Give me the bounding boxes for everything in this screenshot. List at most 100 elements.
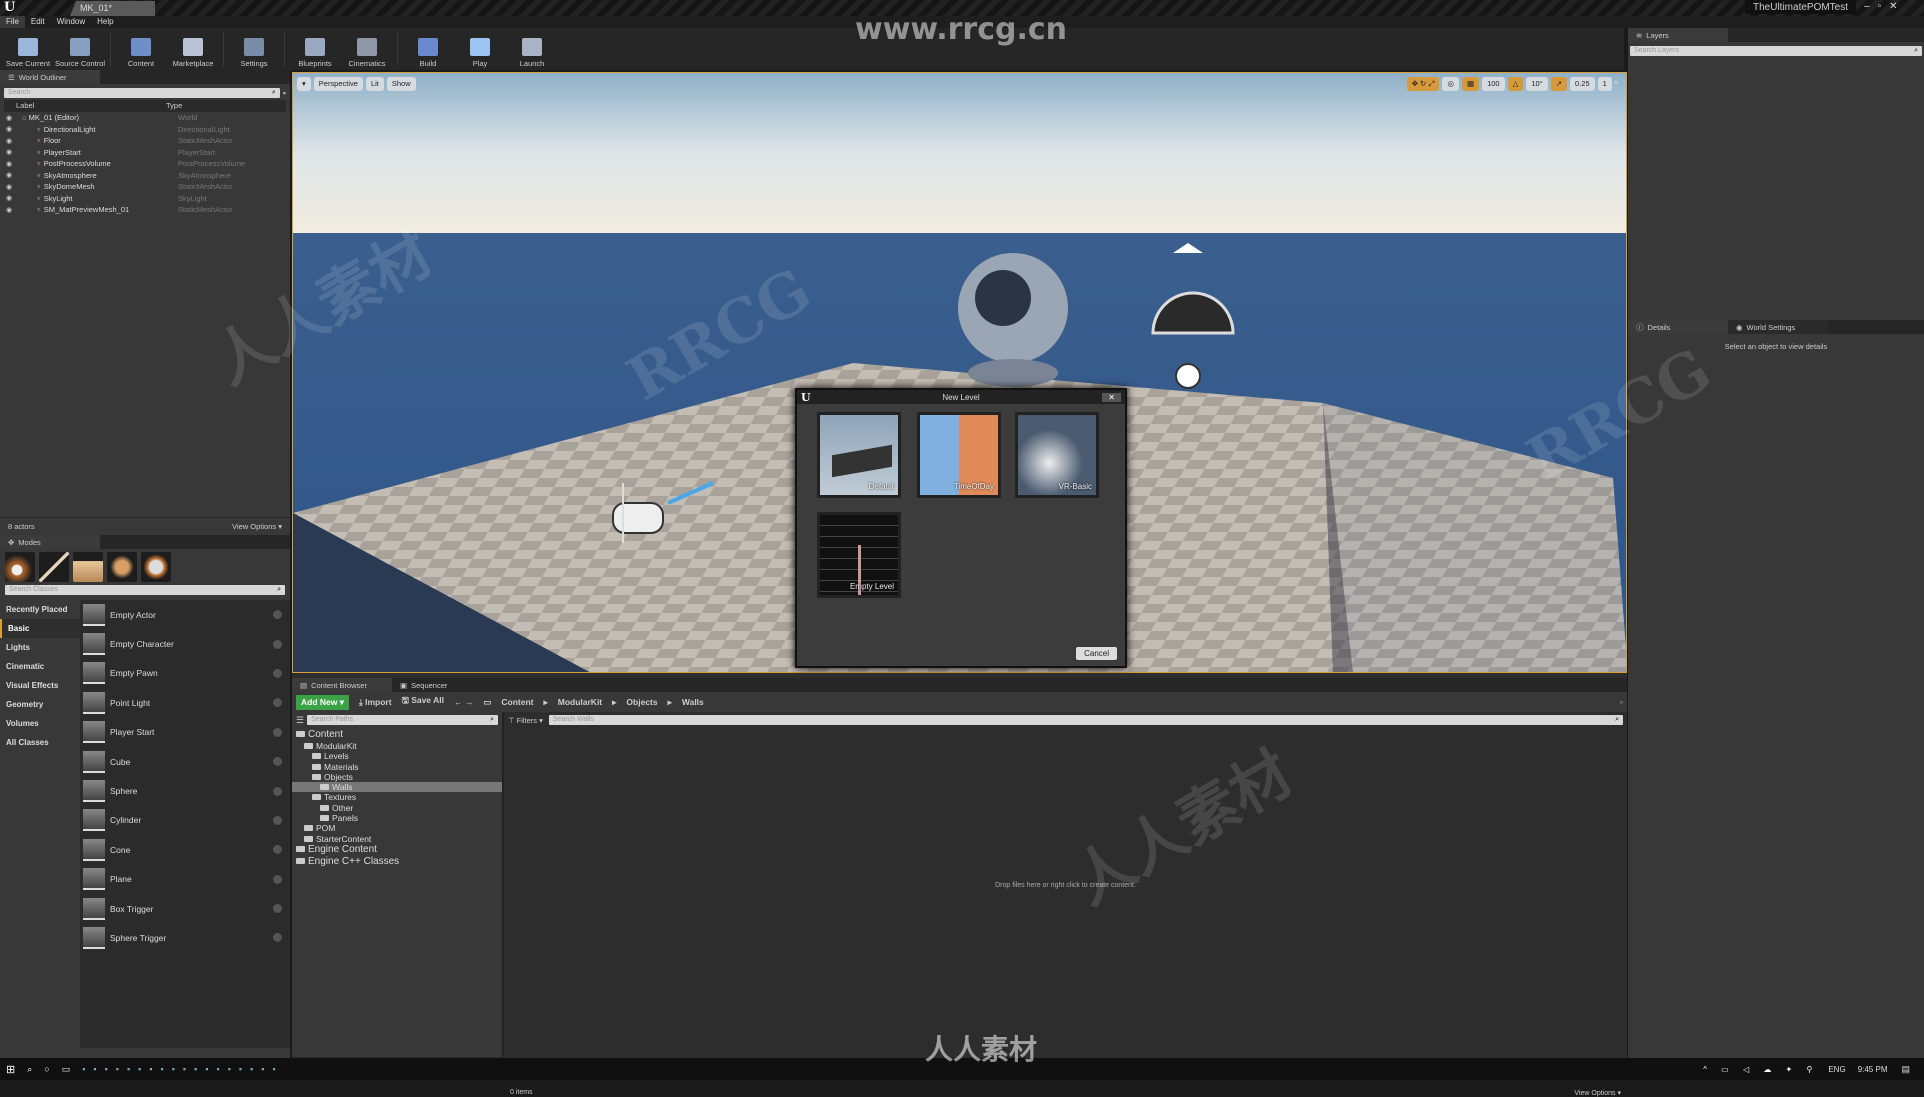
notifications-icon[interactable]: ▤ xyxy=(1901,1064,1910,1075)
tab-world-settings[interactable]: ◉ World Settings xyxy=(1728,320,1828,334)
info-icon[interactable] xyxy=(273,668,282,678)
clock[interactable]: 9:45 PM xyxy=(1858,1065,1888,1074)
place-mode-icon[interactable] xyxy=(5,552,35,582)
transform-tools[interactable]: ✥ ↻ ⤢ xyxy=(1406,77,1440,91)
placeable-item[interactable]: Cylinder xyxy=(80,806,290,835)
filters-button[interactable]: ⊤ Filters ▾ xyxy=(508,716,543,725)
toolbar-settings-button[interactable]: Settings xyxy=(228,30,280,70)
tab-details[interactable]: ⓘ Details xyxy=(1628,320,1728,334)
breadcrumb-item[interactable]: Content xyxy=(501,697,533,708)
toolbar-launch-button[interactable]: Launch xyxy=(506,30,558,70)
collapse-tree-icon[interactable]: ☰ xyxy=(296,715,304,726)
maximize-viewport-icon[interactable]: ▫ xyxy=(1615,77,1618,91)
info-icon[interactable] xyxy=(273,786,282,796)
folder-tree-item[interactable]: Walls xyxy=(292,782,502,793)
rotation-snap-toggle[interactable]: △ xyxy=(1507,77,1524,91)
visibility-eye-icon[interactable]: ◉ xyxy=(6,160,16,168)
visibility-eye-icon[interactable]: ◉ xyxy=(6,148,16,156)
task-view-icon[interactable]: ▭ xyxy=(62,1064,71,1075)
scale-snap-value[interactable]: 0.25 xyxy=(1570,77,1595,91)
document-tab[interactable]: MK_01* xyxy=(70,1,155,16)
show-button[interactable]: Show xyxy=(386,77,416,91)
visibility-eye-icon[interactable]: ◉ xyxy=(6,114,16,122)
language-indicator[interactable]: ENG xyxy=(1828,1065,1845,1074)
viewport-options-button[interactable]: ▾ xyxy=(297,77,311,91)
placeable-item[interactable]: Empty Actor xyxy=(80,600,290,629)
menu-edit[interactable]: Edit xyxy=(25,16,51,28)
tab-layers[interactable]: ≋ Layers xyxy=(1628,28,1728,42)
category-cinematic[interactable]: Cinematic xyxy=(0,657,80,676)
info-icon[interactable] xyxy=(273,639,282,649)
column-type[interactable]: Type xyxy=(166,100,182,112)
breadcrumb-item[interactable]: ModularKit xyxy=(558,697,602,708)
toolbar-save-current-button[interactable]: Save Current xyxy=(2,30,54,70)
tab-content-browser[interactable]: ▤ Content Browser xyxy=(292,678,392,692)
outliner-row[interactable]: ◉ ⌂ MK_01 (Editor) World xyxy=(0,112,290,124)
info-icon[interactable] xyxy=(273,727,282,737)
grid-snap-toggle[interactable]: ▦ xyxy=(1461,77,1480,91)
category-volumes[interactable]: Volumes xyxy=(0,714,80,733)
category-visual-effects[interactable]: Visual Effects xyxy=(0,676,80,695)
info-icon[interactable] xyxy=(273,933,282,943)
visibility-eye-icon[interactable]: ◉ xyxy=(6,183,16,191)
breadcrumb-item[interactable]: Walls xyxy=(682,697,704,708)
folder-tree-item[interactable]: Materials xyxy=(292,762,502,772)
info-icon[interactable] xyxy=(273,610,282,620)
camera-speed[interactable]: 1 xyxy=(1597,77,1612,91)
paint-mode-icon[interactable] xyxy=(39,552,69,582)
toolbar-source-control-button[interactable]: Source Control xyxy=(54,30,106,70)
category-geometry[interactable]: Geometry xyxy=(0,695,80,714)
grid-snap-value[interactable]: 100 xyxy=(1482,77,1505,91)
category-lights[interactable]: Lights xyxy=(0,638,80,657)
search-paths-input[interactable]: Search Paths ⌕ xyxy=(307,715,498,725)
perspective-button[interactable]: Perspective xyxy=(313,77,363,91)
folder-tree-item[interactable]: StarterContent xyxy=(292,834,502,844)
category-basic[interactable]: Basic xyxy=(0,619,80,638)
foliage-mode-icon[interactable] xyxy=(107,552,137,582)
search-classes-input[interactable]: Search Classes ⌕ xyxy=(5,585,285,595)
add-new-button[interactable]: Add New ▾ xyxy=(296,694,349,710)
folder-tree-item[interactable]: Engine Content xyxy=(292,844,502,856)
outliner-row[interactable]: ◉ ♆ SkyAtmosphere SkyAtmosphere xyxy=(0,170,290,182)
toolbar-blueprints-button[interactable]: Blueprints xyxy=(289,30,341,70)
folder-tree-item[interactable]: Panels xyxy=(292,813,502,823)
template-default[interactable]: Default xyxy=(817,412,901,498)
visibility-eye-icon[interactable]: ◉ xyxy=(6,125,16,133)
search-layers-input[interactable]: Search Layers ⌕ xyxy=(1630,46,1922,56)
outliner-row[interactable]: ◉ ♆ PostProcessVolume PostProcessVolume xyxy=(0,158,290,170)
info-icon[interactable] xyxy=(273,874,282,884)
import-button[interactable]: ⤓ Import xyxy=(359,697,392,708)
folder-tree-item[interactable]: Content xyxy=(292,729,502,741)
folder-tree-item[interactable]: POM xyxy=(292,823,502,833)
placeable-item[interactable]: Empty Pawn xyxy=(80,659,290,688)
folder-tree-item[interactable]: Other xyxy=(292,803,502,813)
outliner-row[interactable]: ◉ ♆ SM_MatPreviewMesh_01 StaticMeshActor xyxy=(0,204,290,216)
template-vr-basic[interactable]: VR-Basic xyxy=(1015,412,1099,498)
info-icon[interactable] xyxy=(273,845,282,855)
toolbar-content-button[interactable]: Content xyxy=(115,30,167,70)
info-icon[interactable] xyxy=(273,904,282,914)
toolbar-play-button[interactable]: Play xyxy=(454,30,506,70)
placeable-item[interactable]: Sphere xyxy=(80,776,290,805)
toolbar-cinematics-button[interactable]: Cinematics xyxy=(341,30,393,70)
visibility-eye-icon[interactable]: ◉ xyxy=(6,137,16,145)
placeable-item[interactable]: Player Start xyxy=(80,718,290,747)
scale-snap-toggle[interactable]: ↗ xyxy=(1550,77,1568,91)
dialog-close-button[interactable]: ✕ xyxy=(1102,392,1121,402)
placeable-item[interactable]: Plane xyxy=(80,865,290,894)
menu-window[interactable]: Window xyxy=(51,16,91,28)
outliner-row[interactable]: ◉ ♆ DirectionalLight DirectionalLight xyxy=(0,124,290,136)
category-all-classes[interactable]: All Classes xyxy=(0,733,80,752)
folder-tree-item[interactable]: Levels xyxy=(292,751,502,761)
lit-button[interactable]: Lit xyxy=(365,77,384,91)
add-folder-icon[interactable]: ▪ xyxy=(283,88,286,98)
minimize-button[interactable]: – xyxy=(1864,1,1870,12)
placeable-item[interactable]: Point Light xyxy=(80,688,290,717)
category-recently-placed[interactable]: Recently Placed xyxy=(0,600,80,619)
outliner-row[interactable]: ◉ ♆ SkyLight SkyLight xyxy=(0,193,290,205)
tab-modes[interactable]: ✥ Modes xyxy=(0,535,100,549)
placeable-item[interactable]: Empty Character xyxy=(80,629,290,658)
tab-world-outliner[interactable]: ☰ World Outliner xyxy=(0,70,100,84)
close-button[interactable]: ✕ xyxy=(1889,1,1897,12)
maximize-button[interactable]: ▫ xyxy=(1878,1,1882,12)
